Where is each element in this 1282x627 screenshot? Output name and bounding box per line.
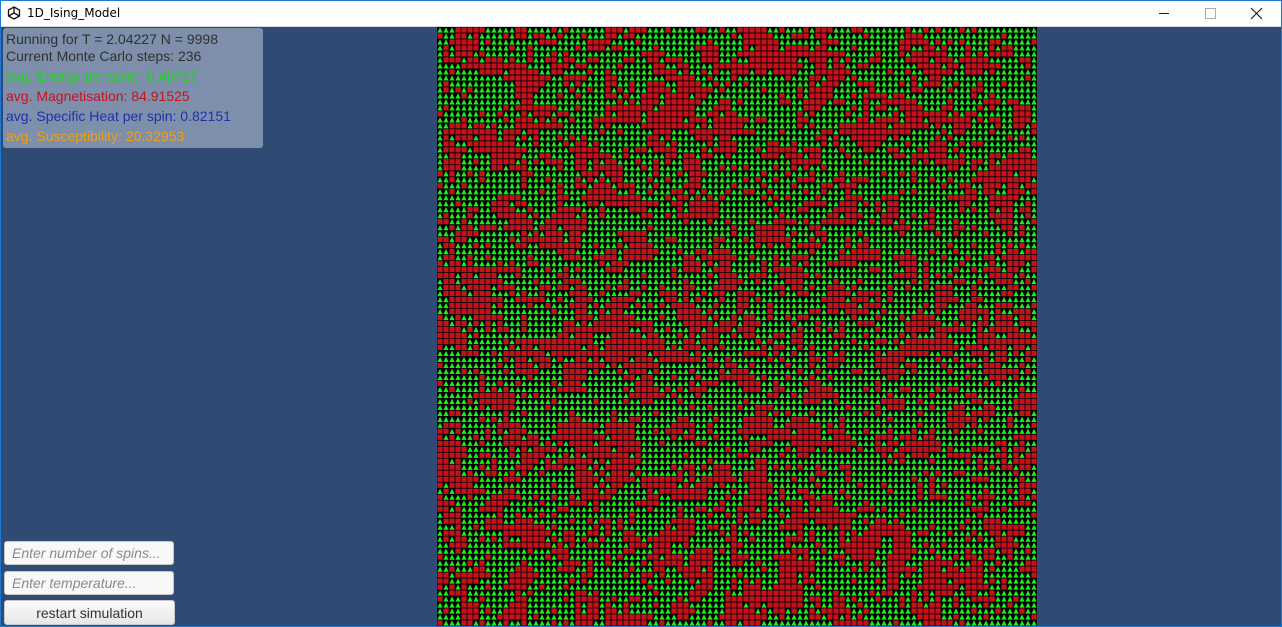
app-window: 1D_Ising_Model Running for T = 2.04227 N… (0, 0, 1282, 627)
stats-panel: Running for T = 2.04227 N = 9998 Current… (3, 28, 263, 148)
maximize-button[interactable] (1187, 1, 1233, 26)
lattice-background (437, 27, 1037, 626)
title-bar[interactable]: 1D_Ising_Model (1, 1, 1281, 27)
specific-heat-text: avg. Specific Heat per spin: 0.82151 (6, 108, 231, 124)
energy-text: avg. Energy per spin: -0.48717 (6, 68, 198, 84)
maximize-icon (1204, 8, 1216, 19)
susceptibility-text: avg. Susceptibility: 20.32953 (6, 128, 185, 144)
close-button[interactable] (1233, 1, 1279, 26)
spin-lattice-canvas (437, 27, 1037, 626)
window-title: 1D_Ising_Model (27, 6, 121, 20)
minimize-button[interactable] (1141, 1, 1187, 26)
close-icon (1250, 7, 1262, 20)
mc-steps-text: Current Monte Carlo steps: 236 (6, 48, 202, 64)
temperature-input[interactable] (4, 571, 174, 595)
game-view: Running for T = 2.04227 N = 9998 Current… (1, 27, 1281, 626)
spins-input[interactable] (4, 541, 174, 565)
run-info-text: Running for T = 2.04227 N = 9998 (6, 31, 218, 47)
minimize-icon (1159, 13, 1169, 14)
spin-lattice (437, 27, 1037, 626)
magnetisation-text: avg. Magnetisation: 84.91525 (6, 88, 190, 104)
unity-logo-icon (7, 6, 21, 20)
restart-simulation-button[interactable]: restart simulation (4, 600, 175, 625)
